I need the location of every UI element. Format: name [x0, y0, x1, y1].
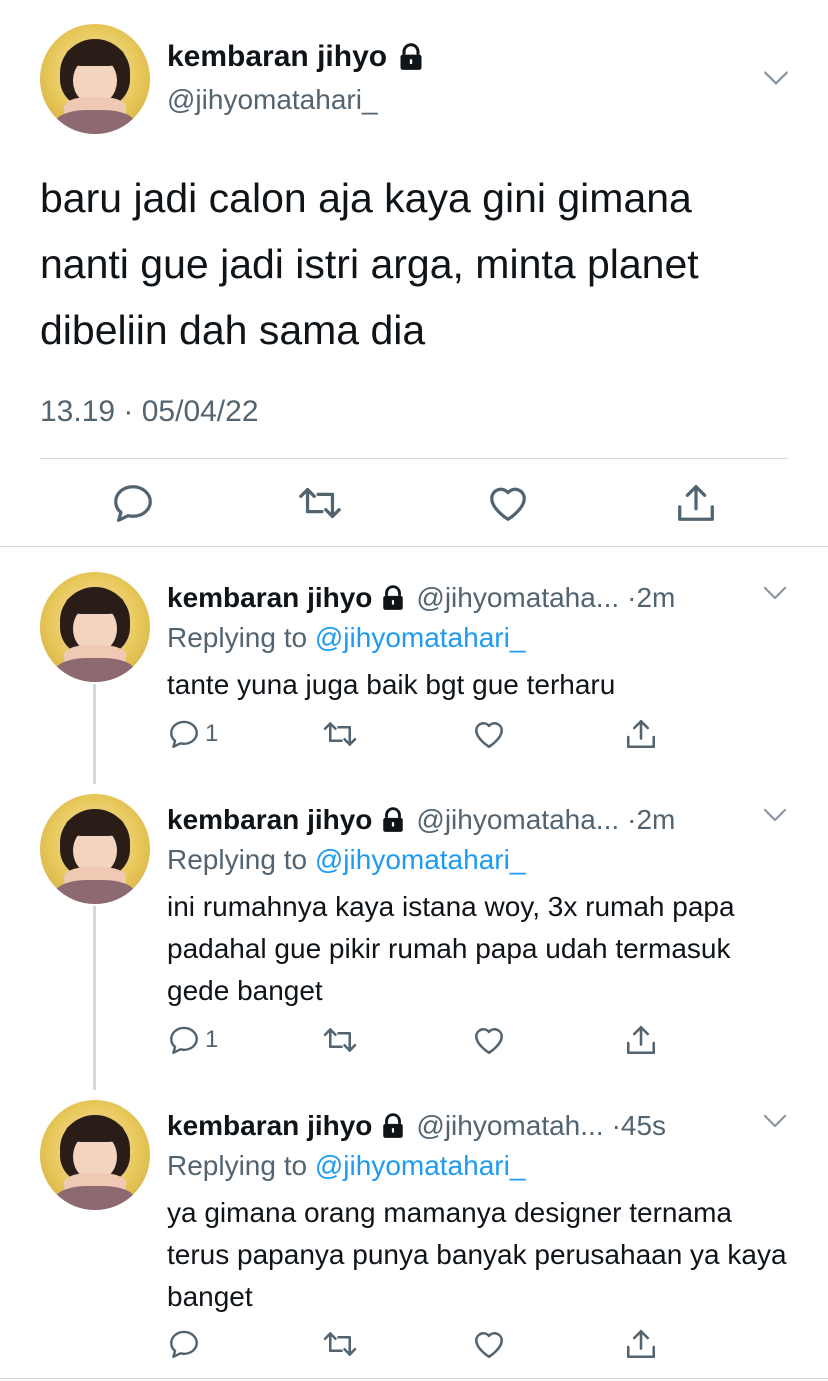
- reply-button[interactable]: [167, 1326, 205, 1362]
- share-button[interactable]: [623, 716, 659, 752]
- retweet-icon: [322, 1326, 358, 1362]
- lock-icon: [380, 807, 406, 833]
- author-name[interactable]: kembaran jihyo: [167, 1110, 372, 1142]
- author-name-row[interactable]: kembaran jihyo: [167, 40, 425, 74]
- replying-prefix: Replying to: [167, 1150, 315, 1181]
- chevron-down-icon[interactable]: [760, 578, 790, 608]
- reply-icon: [167, 717, 201, 751]
- reply-tweet[interactable]: kembaran jihyo @jihyomataha... ·2m Reply…: [0, 794, 828, 1084]
- author-handle[interactable]: @jihyomatah...: [416, 1110, 603, 1142]
- reply-tweet[interactable]: kembaran jihyo @jihyomatah... ·45s Reply…: [0, 1100, 828, 1370]
- reply-time[interactable]: ·2m: [627, 582, 675, 614]
- reply-button[interactable]: 1: [167, 1022, 218, 1058]
- reply-time[interactable]: ·2m: [627, 804, 675, 836]
- like-button[interactable]: [471, 716, 507, 752]
- author-name[interactable]: kembaran jihyo: [167, 582, 372, 614]
- heart-icon: [471, 1022, 507, 1058]
- reply-icon: [167, 1023, 201, 1057]
- lock-icon: [380, 585, 406, 611]
- author-name[interactable]: kembaran jihyo: [167, 804, 372, 836]
- share-icon: [623, 716, 659, 752]
- reply-header: kembaran jihyo @jihyomatah... ·45s: [167, 1110, 666, 1142]
- avatar[interactable]: [40, 1100, 150, 1210]
- like-button[interactable]: [471, 1022, 507, 1058]
- mention-link[interactable]: @jihyomatahari_: [315, 622, 526, 653]
- reply-text: ini rumahnya kaya istana woy, 3x rumah p…: [167, 891, 735, 1006]
- author-name[interactable]: kembaran jihyo: [167, 40, 387, 74]
- mention-link[interactable]: @jihyomatahari_: [315, 1150, 526, 1181]
- reply-action-bar: 1: [0, 1022, 828, 1058]
- author-handle[interactable]: @jihyomataha...: [416, 804, 619, 836]
- chevron-down-icon[interactable]: [760, 62, 792, 94]
- reply-text: tante yuna juga baik bgt gue terharu: [167, 669, 616, 700]
- retweet-button[interactable]: [322, 1326, 358, 1362]
- author-handle[interactable]: @jihyomataha...: [416, 582, 619, 614]
- reply-icon: [167, 1327, 201, 1361]
- retweet-icon: [322, 716, 358, 752]
- share-icon: [623, 1022, 659, 1058]
- reply-button[interactable]: 1: [167, 716, 218, 752]
- lock-icon: [380, 1113, 406, 1139]
- retweet-button[interactable]: [322, 1022, 358, 1058]
- retweet-icon[interactable]: [297, 480, 343, 526]
- author-handle[interactable]: @jihyomatahari_: [167, 84, 378, 116]
- heart-icon: [471, 1326, 507, 1362]
- retweet-button[interactable]: [322, 716, 358, 752]
- heart-icon[interactable]: [485, 480, 531, 526]
- reply-action-bar: 1: [0, 716, 828, 752]
- tweet-action-bar: [0, 480, 828, 526]
- avatar[interactable]: [40, 572, 150, 682]
- like-button[interactable]: [471, 1326, 507, 1362]
- replying-prefix: Replying to: [167, 844, 315, 875]
- replying-to: Replying to @jihyomatahari_: [167, 1150, 525, 1182]
- section-divider: [0, 546, 828, 547]
- replying-prefix: Replying to: [167, 622, 315, 653]
- heart-icon: [471, 716, 507, 752]
- reply-text: ya gimana orang mamanya designer ternama…: [167, 1197, 787, 1312]
- replying-to: Replying to @jihyomatahari_: [167, 844, 525, 876]
- reply-icon[interactable]: [110, 480, 156, 526]
- reply-count: 1: [205, 720, 219, 747]
- divider: [40, 458, 788, 459]
- reply-header: kembaran jihyo @jihyomataha... ·2m: [167, 582, 675, 614]
- avatar[interactable]: [40, 24, 150, 134]
- chevron-down-icon[interactable]: [760, 800, 790, 830]
- tweet-timestamp[interactable]: 13.19 · 05/04/22: [40, 395, 259, 429]
- reply-tweet[interactable]: kembaran jihyo @jihyomataha... ·2m Reply…: [0, 572, 828, 772]
- chevron-down-icon[interactable]: [760, 1106, 790, 1136]
- reply-count: 1: [205, 1026, 219, 1053]
- bottom-divider: [0, 1378, 828, 1379]
- mention-link[interactable]: @jihyomatahari_: [315, 844, 526, 875]
- share-button[interactable]: [623, 1326, 659, 1362]
- share-icon: [623, 1326, 659, 1362]
- share-icon[interactable]: [673, 480, 719, 526]
- lock-icon: [397, 43, 425, 71]
- share-button[interactable]: [623, 1022, 659, 1058]
- retweet-icon: [322, 1022, 358, 1058]
- tweet-text: baru jadi calon aja kaya gini gimana nan…: [40, 175, 699, 353]
- replying-to: Replying to @jihyomatahari_: [167, 622, 525, 654]
- reply-action-bar: [0, 1326, 828, 1362]
- avatar[interactable]: [40, 794, 150, 904]
- reply-header: kembaran jihyo @jihyomataha... ·2m: [167, 804, 675, 836]
- reply-time[interactable]: ·45s: [612, 1110, 666, 1142]
